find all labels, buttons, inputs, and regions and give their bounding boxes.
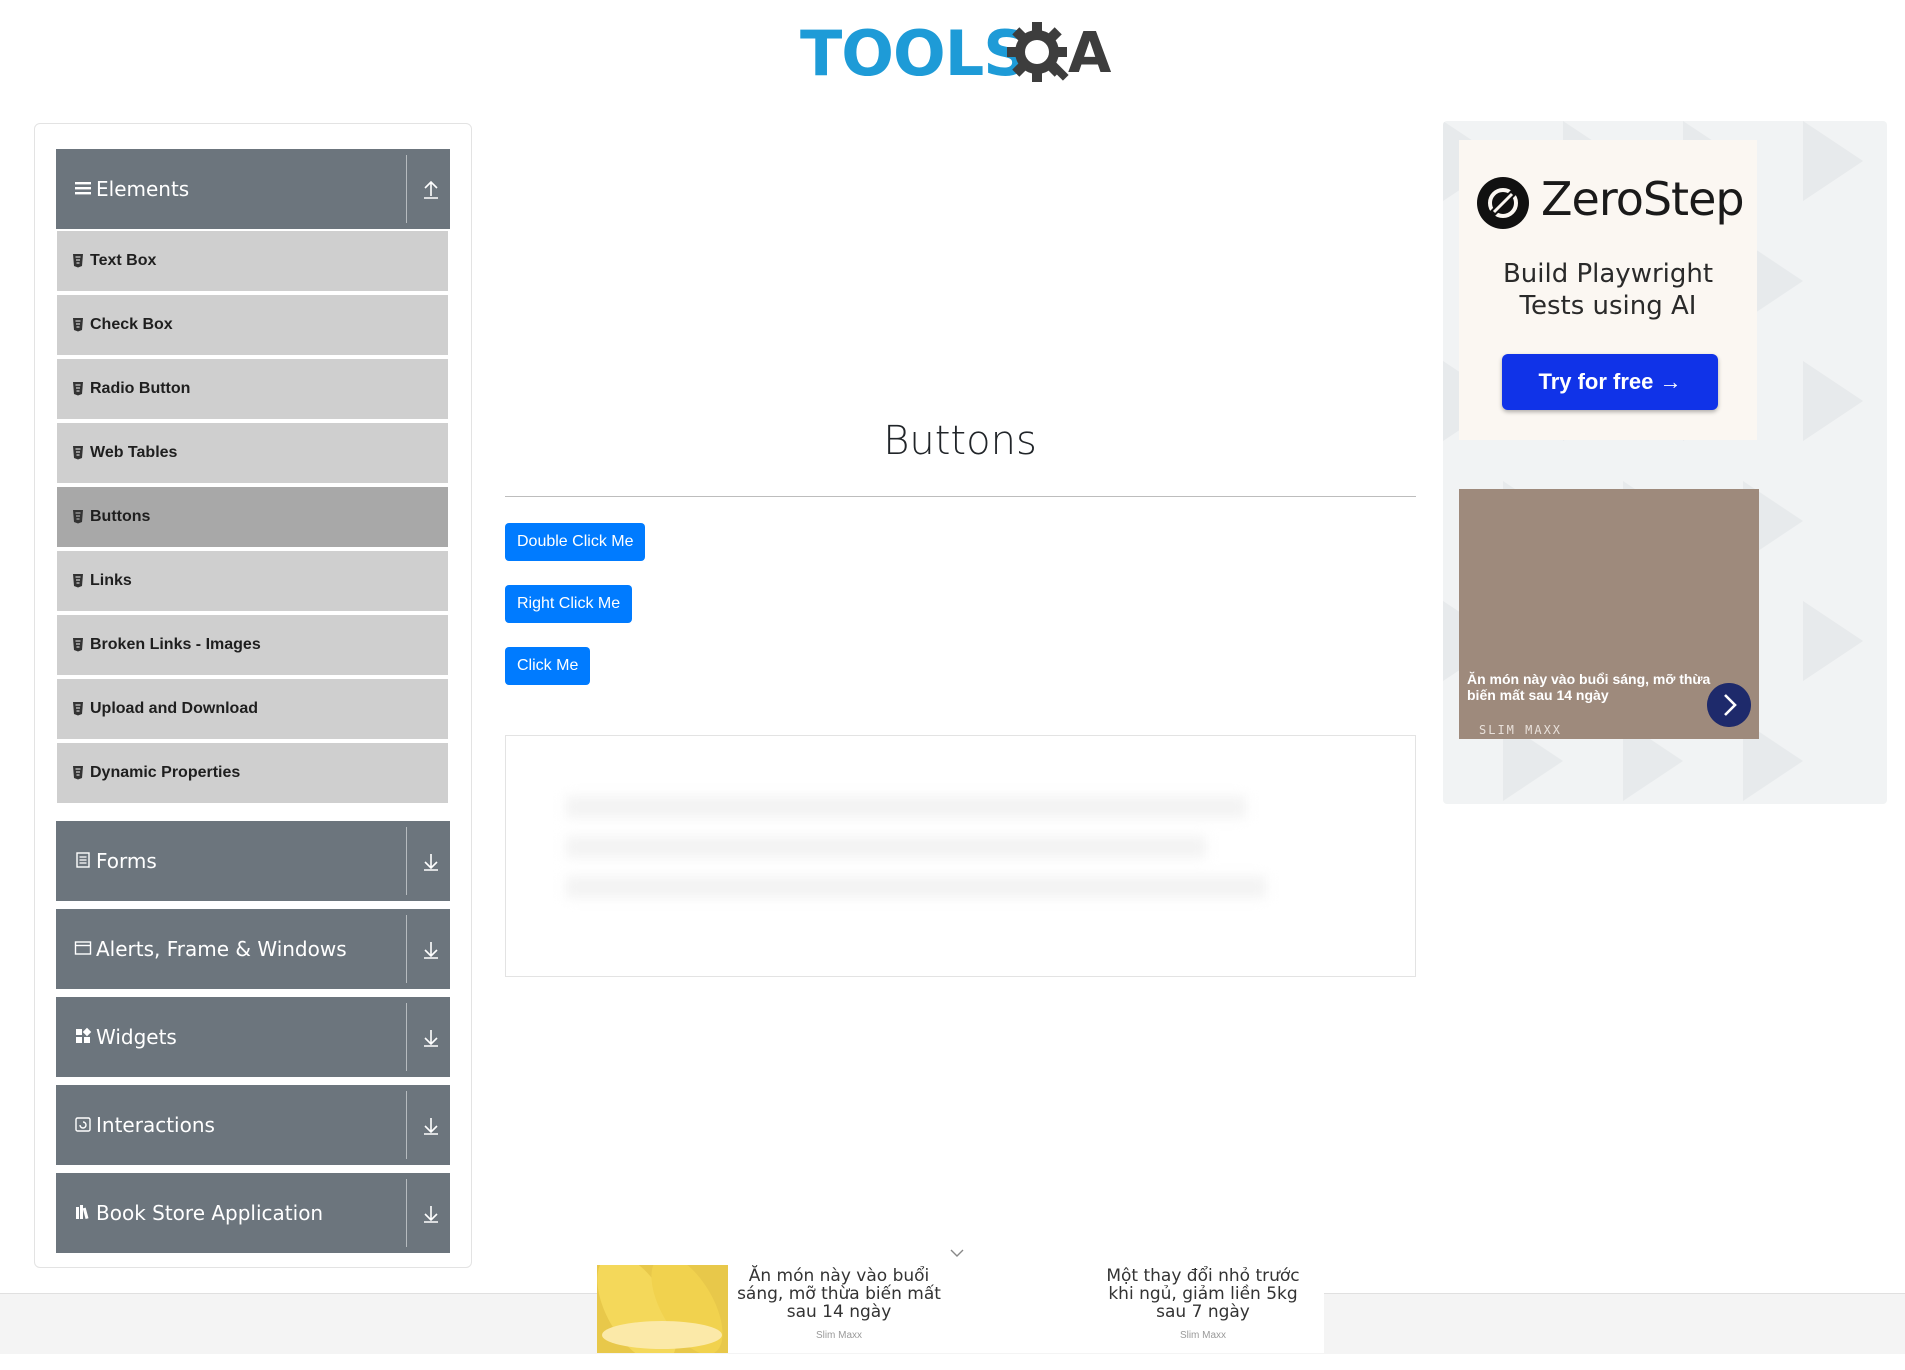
logo-text-qa-a: A [1068, 21, 1111, 86]
zerostep-logo-icon [1477, 177, 1529, 229]
html5-icon [73, 382, 83, 396]
group-label: Book Store Application [96, 1201, 324, 1225]
divider [406, 155, 407, 223]
arrow-down-icon [424, 1206, 438, 1223]
html5-icon [73, 766, 83, 780]
menu-item-upload-download[interactable]: Upload and Download [57, 679, 448, 739]
arrow-down-icon [424, 942, 438, 959]
divider [406, 1003, 407, 1071]
menu-item-label: Web Tables [90, 444, 178, 461]
divider [406, 1179, 407, 1247]
group-header-interactions[interactable]: Interactions [56, 1085, 450, 1165]
menu-item-text-box[interactable]: Text Box [57, 231, 448, 291]
divider [406, 1091, 407, 1159]
group-header-elements[interactable]: Elements [56, 149, 450, 229]
menu-item-label: Buttons [90, 508, 151, 525]
tagline-line: Tests using AI [1519, 291, 1697, 321]
divider [406, 915, 407, 983]
interactions-icon [75, 1117, 91, 1132]
html5-icon [73, 574, 83, 588]
widgets-icon [76, 1027, 92, 1043]
menu-item-label: Links [90, 572, 132, 589]
gear-icon [1007, 22, 1069, 82]
menu-item-label: Upload and Download [90, 700, 258, 717]
group-label: Interactions [96, 1113, 215, 1137]
group-header-widgets[interactable]: Widgets [56, 997, 450, 1077]
menu-item-broken-links[interactable]: Broken Links - Images [57, 615, 448, 675]
blurred-content [566, 796, 1266, 898]
html5-icon [73, 702, 83, 716]
menu-item-links[interactable]: Links [57, 551, 448, 611]
story-link-2[interactable]: Một thay đổi nhỏ trước khi ngủ, giảm liề… [1092, 1267, 1314, 1321]
group-label: Alerts, Frame & Windows [96, 937, 347, 961]
divider [406, 827, 407, 895]
menu-item-radio-button[interactable]: Radio Button [57, 359, 448, 419]
zerostep-brand: ZeroStep [1541, 172, 1745, 226]
hamburger-icon [75, 182, 91, 195]
chevron-down-icon[interactable] [949, 1247, 965, 1259]
group-header-alerts[interactable]: Alerts, Frame & Windows [56, 909, 450, 989]
html5-icon [73, 446, 83, 460]
menu-item-label: Text Box [90, 252, 157, 269]
page-title: Buttons [883, 418, 1037, 464]
group-label: Elements [96, 177, 190, 201]
group-label: Widgets [96, 1025, 177, 1049]
menu-item-web-tables[interactable]: Web Tables [57, 423, 448, 483]
chevron-right-icon[interactable] [1707, 683, 1751, 727]
zerostep-tagline: Build Playwright Tests using AI [1459, 258, 1757, 322]
books-icon [76, 1205, 89, 1220]
menu-item-label: Broken Links - Images [90, 636, 261, 653]
divider [505, 496, 1416, 497]
corn-image[interactable] [597, 1265, 728, 1353]
group-header-forms[interactable]: Forms [56, 821, 450, 901]
html5-icon [73, 318, 83, 332]
arrow-down-icon [424, 854, 438, 871]
arrow-down-icon [424, 1030, 438, 1047]
story-link-1[interactable]: Ăn món này vào buổi sáng, mỡ thừa biến m… [728, 1267, 950, 1321]
click-me-button[interactable]: Click Me [505, 647, 591, 685]
group-label: Forms [96, 849, 157, 873]
story-source: Slim Maxx [815, 1330, 863, 1341]
tagline-line: Build Playwright [1502, 259, 1714, 289]
html5-icon [73, 638, 83, 652]
arrow-up-icon [424, 180, 438, 199]
promo-brand: SLIM MAXX [1479, 723, 1563, 737]
html5-icon [73, 510, 83, 524]
toolsqa-logo[interactable]: TOOLS A [800, 14, 1130, 94]
form-icon [76, 852, 90, 868]
menu-item-label: Radio Button [90, 380, 191, 397]
menu-item-label: Dynamic Properties [90, 764, 241, 781]
logo-text-tools: TOOLS [800, 17, 1028, 90]
html5-icon [73, 254, 83, 268]
promo-headline: Ăn món này vào buổi sáng, mỡ thừa biến m… [1467, 671, 1711, 703]
story-source: Slim Maxx [1179, 1330, 1227, 1341]
arrow-down-icon [424, 1118, 438, 1135]
menu-item-check-box[interactable]: Check Box [57, 295, 448, 355]
menu-item-buttons[interactable]: Buttons [57, 487, 448, 547]
window-icon [74, 941, 92, 955]
double-click-button[interactable]: Double Click Me [505, 523, 646, 561]
right-click-button[interactable]: Right Click Me [505, 585, 633, 623]
menu-item-dynamic-properties[interactable]: Dynamic Properties [57, 743, 448, 803]
group-header-book-store[interactable]: Book Store Application [56, 1173, 450, 1253]
try-for-free-button[interactable]: Try for free → [1502, 354, 1718, 410]
menu-item-label: Check Box [90, 316, 173, 333]
ad-placeholder-box [505, 735, 1416, 977]
